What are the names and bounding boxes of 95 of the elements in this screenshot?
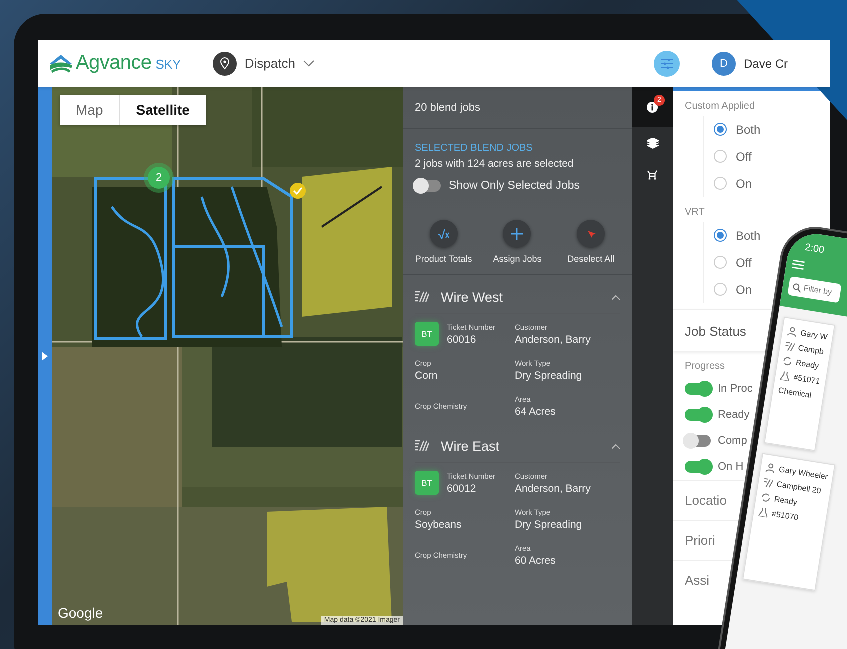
section-heading: SELECTED BLEND JOBS bbox=[415, 143, 534, 154]
radio-label: Off bbox=[736, 150, 752, 164]
field-value: Anderson, Barry bbox=[515, 334, 591, 346]
square-root-icon bbox=[438, 229, 450, 239]
field-value: 60012 bbox=[447, 482, 478, 494]
card-field: Campbell 20 bbox=[776, 480, 822, 496]
flask-icon bbox=[780, 371, 790, 382]
radio-label: Off bbox=[736, 256, 752, 270]
panel-toggle-strip[interactable] bbox=[38, 87, 52, 625]
action-button[interactable]: Assign Jobs bbox=[480, 220, 554, 264]
action-button[interactable]: Deselect All bbox=[554, 220, 628, 264]
info-icon bbox=[647, 102, 658, 112]
filter-group-label: Custom Applied bbox=[685, 101, 756, 112]
card-status: Ready bbox=[795, 358, 820, 371]
job-badge: BT bbox=[415, 322, 439, 346]
action-button[interactable]: Product Totals bbox=[407, 220, 481, 264]
radio-label: Both bbox=[736, 122, 761, 136]
refresh-icon bbox=[782, 356, 793, 367]
menu-icon[interactable] bbox=[792, 260, 806, 270]
location-pin-icon bbox=[220, 57, 230, 70]
refresh-icon bbox=[760, 492, 772, 503]
map-attribution: Google bbox=[58, 605, 104, 621]
radio-button[interactable] bbox=[714, 177, 727, 190]
field-value: Dry Spreading bbox=[515, 518, 582, 530]
card-field: Campb bbox=[798, 344, 825, 356]
job-name: Wire West bbox=[441, 290, 504, 304]
person-icon bbox=[787, 326, 798, 337]
field-rows-icon bbox=[763, 478, 774, 488]
filter-section[interactable]: Assi bbox=[685, 573, 710, 588]
field-value: Soybeans bbox=[415, 518, 462, 530]
filter-section[interactable]: Priori bbox=[685, 533, 716, 548]
plus-icon bbox=[511, 228, 524, 240]
filter-section[interactable]: Locatio bbox=[685, 493, 727, 508]
user-name: Dave Cr bbox=[744, 56, 788, 70]
job-card[interactable]: Gary W Campb Ready #51071 Chemical bbox=[764, 316, 836, 452]
radio-button[interactable] bbox=[714, 123, 727, 136]
toggle-switch[interactable] bbox=[685, 461, 711, 473]
chevron-down-icon bbox=[303, 60, 316, 67]
toggle-label: Ready bbox=[718, 409, 750, 421]
radio-button[interactable] bbox=[714, 256, 727, 269]
cursor-icon bbox=[585, 228, 598, 240]
field-value: 60 Acres bbox=[515, 554, 556, 566]
card-ticket: #51071 bbox=[793, 373, 821, 386]
section-title[interactable]: Job Status bbox=[685, 324, 746, 339]
toggle-label: Show Only Selected Jobs bbox=[449, 180, 580, 192]
user-avatar[interactable]: D bbox=[712, 52, 736, 76]
map-type-tab[interactable]: Satellite bbox=[119, 95, 206, 125]
field-value: 64 Acres bbox=[515, 406, 556, 418]
toggle-label: On H bbox=[718, 461, 744, 473]
job-name: Wire East bbox=[441, 438, 501, 454]
toggle-switch[interactable] bbox=[685, 383, 711, 395]
toggle-switch[interactable] bbox=[415, 180, 441, 192]
card-person: Gary Wheeler bbox=[778, 465, 829, 482]
card-person: Gary W bbox=[800, 328, 828, 342]
radio-label: On bbox=[736, 282, 752, 296]
status-time: 2:00 bbox=[804, 242, 826, 258]
collapse-chevron-icon[interactable] bbox=[612, 444, 620, 448]
job-badge: BT bbox=[415, 471, 439, 495]
field-rows-icon bbox=[415, 440, 429, 452]
filters-button[interactable] bbox=[654, 50, 680, 76]
toggle-label: Comp bbox=[718, 435, 748, 447]
layers-icon bbox=[646, 138, 658, 148]
field-value: Anderson, Barry bbox=[515, 482, 591, 494]
app-logo-text: Agvance SKY bbox=[76, 52, 181, 75]
logo-icon bbox=[50, 54, 72, 72]
field-value: 60016 bbox=[447, 334, 478, 346]
sliders-icon bbox=[660, 58, 673, 68]
vehicle-icon bbox=[647, 170, 658, 180]
person-icon bbox=[766, 463, 776, 474]
field-value: Dry Spreading bbox=[515, 370, 582, 382]
job-card[interactable]: Gary Wheeler Campbell 20 Ready #51070 bbox=[742, 453, 836, 592]
radio-button[interactable] bbox=[714, 283, 727, 296]
radio-label: On bbox=[736, 176, 752, 190]
radio-button[interactable] bbox=[714, 229, 727, 242]
flask-icon bbox=[758, 507, 769, 518]
collapse-chevron-icon[interactable] bbox=[612, 294, 620, 300]
search-field[interactable]: Filter by bbox=[788, 276, 842, 304]
toggle-switch[interactable] bbox=[685, 435, 711, 447]
field-value: Corn bbox=[415, 370, 438, 382]
filter-group-label: VRT bbox=[685, 207, 705, 218]
card-status: Ready bbox=[774, 494, 798, 508]
toggle-switch[interactable] bbox=[685, 409, 711, 421]
radio-button[interactable] bbox=[714, 150, 727, 163]
toggle-label: In Proc bbox=[718, 383, 753, 395]
expand-arrow-icon bbox=[42, 352, 48, 360]
module-dropdown[interactable]: Dispatch bbox=[212, 52, 316, 76]
card-note: Chemical bbox=[778, 386, 814, 402]
map-type-tab[interactable]: Map bbox=[60, 95, 120, 125]
field-rows-icon bbox=[415, 291, 429, 303]
field-rows-icon bbox=[784, 342, 796, 352]
filter-group-label: Progress bbox=[685, 361, 726, 372]
radio-label: Both bbox=[736, 228, 761, 242]
search-icon bbox=[792, 282, 802, 294]
selection-summary: 2 jobs with 124 acres are selected bbox=[415, 158, 575, 170]
card-ticket: #51070 bbox=[771, 509, 800, 523]
